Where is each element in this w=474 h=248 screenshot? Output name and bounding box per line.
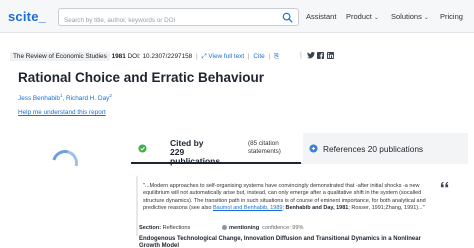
author-link[interactable]: Richard H. Day [66,95,109,102]
confidence-score: confidence: 99% [262,225,304,231]
doi-text: DOI: 10.2307/2297158 [127,53,193,60]
quote-icon[interactable] [440,180,449,189]
nav-solutions[interactable]: Solutions ⌄ [391,12,429,21]
cited-by-icon [138,144,147,153]
section-value: Reflections [162,225,191,231]
nav-solutions-label: Solutions [391,12,422,21]
nav-product[interactable]: Product ⌄ [346,12,379,21]
mentioning-label: mentioning [229,225,260,231]
quote-border [136,176,138,236]
twitter-icon[interactable] [307,51,315,61]
section-label: Section: [139,225,162,231]
citation-statements-count: (85 citation statements) [248,140,281,155]
help-understand-link[interactable]: Help me understand this report [18,109,106,116]
quote-text-end: ; Rosser, 1991;Zhang, 1991)..." [348,205,425,212]
separator: | [268,53,271,60]
tab-references[interactable]: References 20 publications [303,133,468,164]
publication-year: 1981 [111,53,126,60]
nav-product-label: Product [346,12,372,21]
journal-name[interactable]: The Review of Economic Studies [10,52,110,61]
references-icon [309,144,318,153]
citation-tabs: Cited by 229 publications (85 citation s… [131,133,468,166]
mention-badge: mentioning confidence: 99% [222,225,304,231]
loading-spinner [47,145,83,181]
tab-cited-by[interactable]: Cited by 229 publications (85 citation s… [131,133,301,166]
article-title: Rational Choice and Erratic Behaviour [18,70,265,85]
share-link-icon[interactable]: ⎘ [274,53,279,60]
mentioning-icon [222,225,227,231]
separator: | [196,53,198,60]
cite-link[interactable]: Cite [253,53,264,60]
search-icon[interactable] [282,12,293,23]
highlighted-reference: Benhabib and Day, 1981 [285,205,349,212]
author-affiliation-number: 1 [59,93,63,98]
section-info: Section: Reflections [139,225,190,231]
linkedin-icon[interactable] [327,52,334,61]
separator: | [247,53,250,60]
author-affiliation-number: 2 [109,93,112,98]
references-count: References 20 publications [323,144,424,154]
search-input[interactable] [59,12,274,29]
external-link-icon: ⤢ [201,53,207,60]
citation-quote: "...Modern approaches to self-organising… [143,183,443,213]
separator: | [300,52,302,59]
chevron-down-icon: ⌄ [423,15,429,21]
citing-article-title[interactable]: Endogenous Technological Change, Innovat… [139,236,429,248]
nav-assistant[interactable]: Assistant [306,12,336,21]
search-box [58,8,299,29]
view-full-text-link[interactable]: View full text [208,53,244,60]
article-meta-row: The Review of Economic Studies 1981 DOI:… [10,52,279,61]
nav-pricing[interactable]: Pricing [440,12,463,21]
author-link[interactable]: Jess Benhabib [18,95,60,102]
top-navigation-bar: scite_ Assistant Product⌄ Solutions⌄ Pri… [0,0,474,33]
facebook-icon[interactable] [317,52,324,61]
reference-link[interactable]: Baumol and Benhabib, 1989 [213,205,282,211]
scite-logo[interactable]: scite_ [8,9,46,24]
chevron-down-icon: ⌄ [373,15,379,21]
cited-by-count: Cited by 229 publications [170,138,221,166]
author-list: Jess Benhabib1, Richard H. Day2 [18,93,112,103]
